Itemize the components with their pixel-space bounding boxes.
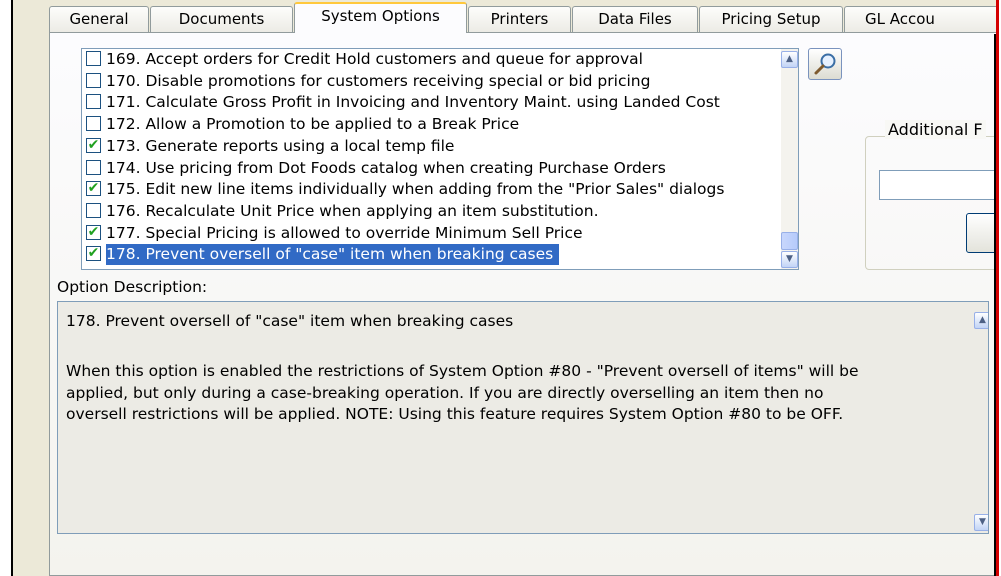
option-description-box: 178. Prevent oversell of "case" item whe… — [57, 301, 989, 534]
option-description-label: Option Description: — [57, 278, 208, 296]
tab-printers[interactable]: Printers — [468, 6, 571, 32]
option-label-169: 169. Accept orders for Credit Hold custo… — [106, 50, 643, 68]
option-checkbox-169[interactable] — [86, 51, 101, 66]
option-checkbox-176[interactable] — [86, 202, 101, 218]
option-label-174: 174. Use pricing from Dot Foods catalog … — [106, 158, 666, 177]
option-label-178: 178. Prevent oversell of "case" item whe… — [104, 243, 561, 267]
option-row-177[interactable]: ✔ 177. Special Pricing is allowed to ove… — [83, 223, 783, 245]
description-scroll-down-icon[interactable]: ▼ — [974, 514, 988, 531]
option-label-170: 170. Disable promotions for customers re… — [106, 71, 651, 90]
option-label-177: 177. Special Pricing is allowed to overr… — [106, 223, 583, 242]
search-button[interactable] — [808, 48, 842, 80]
option-row-169[interactable]: 169. Accept orders for Credit Hold custo… — [83, 49, 783, 71]
tab-system-options[interactable]: System Options — [294, 2, 467, 33]
option-label-176: 176. Recalculate Unit Price when applyin… — [106, 201, 599, 220]
tab-baseline — [49, 32, 999, 33]
option-row-175[interactable]: ✔ 175. Edit new line items individually … — [83, 179, 783, 201]
tab-general[interactable]: General — [49, 6, 149, 32]
description-scroll-up-icon[interactable]: ▲ — [974, 312, 988, 329]
option-checkbox-178[interactable]: ✔ — [86, 246, 101, 262]
options-scrollbar[interactable]: ▲ ▼ — [781, 49, 798, 269]
option-checkbox-170[interactable] — [86, 72, 101, 88]
option-row-171[interactable]: 171. Calculate Gross Profit in Invoicing… — [83, 92, 783, 114]
magnifier-icon — [814, 53, 836, 75]
settings-window: General Documents System Options Printer… — [13, 0, 999, 576]
system-options-list[interactable]: 169. Accept orders for Credit Hold custo… — [81, 48, 799, 270]
scroll-up-arrow-icon[interactable]: ▲ — [781, 51, 798, 68]
additional-input[interactable] — [879, 170, 999, 200]
tab-data-files[interactable]: Data Files — [572, 6, 698, 32]
scrollbar-thumb[interactable] — [781, 232, 798, 250]
option-row-178[interactable]: ✔ 178. Prevent oversell of "case" item w… — [83, 243, 783, 267]
option-checkbox-174[interactable] — [86, 159, 101, 175]
scroll-down-arrow-icon[interactable]: ▼ — [781, 251, 798, 268]
tab-pricing-setup[interactable]: Pricing Setup — [699, 6, 843, 32]
tab-documents[interactable]: Documents — [150, 6, 293, 32]
option-checkbox-175[interactable]: ✔ — [86, 181, 101, 197]
option-row-174[interactable]: 174. Use pricing from Dot Foods catalog … — [83, 158, 783, 180]
option-checkbox-173[interactable]: ✔ — [86, 137, 101, 153]
option-label-173: 173. Generate reports using a local temp… — [106, 136, 455, 155]
option-checkbox-171[interactable] — [86, 94, 101, 110]
option-description-body: When this option is enabled the restrict… — [66, 362, 859, 423]
tab-strip: General Documents System Options Printer… — [13, 0, 999, 33]
right-window-edge — [996, 0, 999, 576]
option-label-171: 171. Calculate Gross Profit in Invoicing… — [106, 93, 720, 112]
tab-gl-accounts[interactable]: GL Accou — [844, 6, 999, 32]
option-checkbox-172[interactable] — [86, 116, 101, 132]
additional-group-legend: Additional F — [885, 120, 986, 139]
option-checkbox-177[interactable]: ✔ — [86, 224, 101, 240]
option-row-172[interactable]: 172. Allow a Promotion to be applied to … — [83, 114, 783, 136]
option-description-title: 178. Prevent oversell of "case" item whe… — [66, 312, 514, 330]
option-row-170[interactable]: 170. Disable promotions for customers re… — [83, 71, 783, 93]
option-row-176[interactable]: 176. Recalculate Unit Price when applyin… — [83, 201, 783, 223]
option-label-175: 175. Edit new line items individually wh… — [106, 180, 725, 199]
option-label-172: 172. Allow a Promotion to be applied to … — [106, 115, 520, 134]
option-row-173[interactable]: ✔ 173. Generate reports using a local te… — [83, 136, 783, 158]
